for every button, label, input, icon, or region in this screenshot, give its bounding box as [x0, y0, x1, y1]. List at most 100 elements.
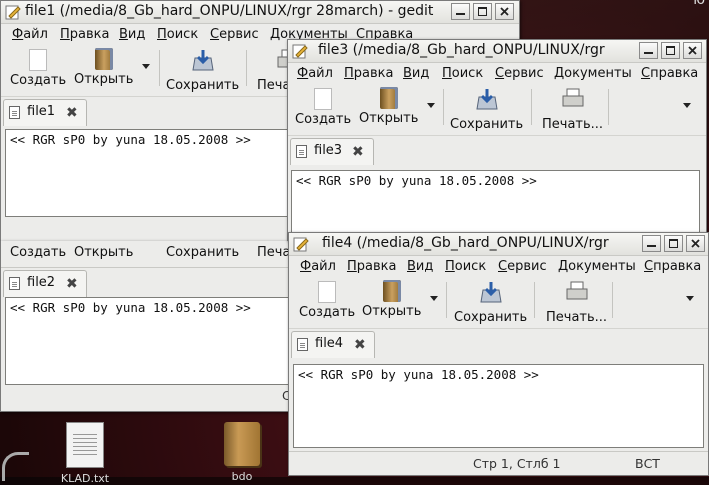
new-button[interactable]: Создать	[295, 87, 351, 127]
menu-tools[interactable]: Сервис	[495, 66, 544, 81]
desktop-corner-text: ю	[693, 0, 705, 8]
print-button[interactable]: Печать...	[542, 87, 603, 132]
tab-bar: file3 ✖	[288, 136, 706, 165]
save-button[interactable]: Сохранить	[450, 87, 523, 132]
menu-tools[interactable]: Сервис	[210, 27, 259, 42]
menu-view[interactable]: Вид	[403, 66, 429, 81]
menu-file[interactable]: Файл	[297, 66, 333, 81]
tab-file3[interactable]: file3 ✖	[290, 138, 374, 165]
open-folder-icon	[382, 280, 401, 302]
menu-view[interactable]: Вид	[119, 27, 145, 42]
tab-file2[interactable]: file2 ✖	[3, 270, 87, 297]
toolbar-overflow-dropdown[interactable]	[686, 296, 694, 301]
save-button[interactable]: Сохранить	[166, 245, 239, 260]
open-recent-dropdown[interactable]	[427, 103, 435, 108]
menubar: Файл Правка Вид Поиск Сервис Документы С…	[289, 256, 708, 276]
menu-view[interactable]: Вид	[407, 259, 433, 274]
toolbar-separator	[612, 282, 613, 318]
window-title: file3 (/media/8_Gb_hard_ONPU/LINUX/rgr	[318, 42, 605, 58]
gedit-window-file2[interactable]: Создать Открыть Сохранить Печать... file…	[0, 241, 302, 412]
toolbar: Создать Открыть Сохранить Печать...	[289, 276, 708, 329]
tab-file4[interactable]: file4 ✖	[291, 331, 375, 358]
maximize-button[interactable]	[664, 235, 683, 252]
close-button[interactable]	[683, 42, 702, 59]
save-icon	[479, 282, 502, 303]
text-editor[interactable]: << RGR sP0 by yuna 18.05.2008 >>	[291, 170, 700, 234]
tab-close-icon[interactable]: ✖	[66, 276, 78, 292]
window-titlebar[interactable]: file3 (/media/8_Gb_hard_ONPU/LINUX/rgr	[288, 40, 706, 63]
close-icon	[691, 239, 700, 248]
new-document-icon	[29, 49, 48, 71]
document-icon	[9, 277, 20, 290]
maximize-icon	[478, 7, 487, 16]
menu-tools[interactable]: Сервис	[498, 259, 547, 274]
open-button[interactable]: Открыть	[74, 48, 133, 87]
tab-close-icon[interactable]: ✖	[354, 337, 366, 353]
desktop-icon-label: KLAD.txt	[60, 472, 110, 485]
new-button[interactable]: Создать	[299, 280, 355, 320]
new-button[interactable]: Создать	[10, 48, 66, 88]
close-button[interactable]	[686, 235, 705, 252]
open-button[interactable]: Открыть	[362, 280, 421, 319]
menubar: Файл Правка Вид Поиск Сервис Документы С…	[288, 63, 706, 83]
window-title: file1 (/media/8_Gb_hard_ONPU/LINUX/rgr 2…	[25, 3, 434, 19]
minimize-icon	[644, 52, 653, 54]
toolbar-separator	[246, 50, 247, 86]
close-button[interactable]	[495, 3, 514, 20]
menu-edit[interactable]: Правка	[344, 66, 393, 81]
save-button[interactable]: Сохранить	[454, 280, 527, 325]
open-button[interactable]: Открыть	[74, 245, 133, 260]
toolbar-overflow-dropdown[interactable]	[683, 103, 691, 108]
open-recent-dropdown[interactable]	[430, 296, 438, 301]
text-file-icon	[66, 422, 104, 468]
save-button[interactable]: Сохранить	[166, 48, 239, 93]
tab-file1[interactable]: file1 ✖	[3, 99, 87, 126]
tab-close-icon[interactable]: ✖	[66, 105, 78, 121]
window-title: file4 (/media/8_Gb_hard_ONPU/LINUX/rgr	[322, 235, 609, 251]
maximize-button[interactable]	[473, 3, 492, 20]
open-recent-dropdown[interactable]	[142, 64, 150, 69]
open-button[interactable]: Открыть	[359, 87, 418, 126]
menu-edit[interactable]: Правка	[60, 27, 109, 42]
document-icon	[9, 106, 20, 119]
window-titlebar[interactable]: file1 (/media/8_Gb_hard_ONPU/LINUX/rgr 2…	[1, 1, 519, 24]
open-folder-icon	[379, 87, 398, 109]
maximize-button[interactable]	[661, 42, 680, 59]
maximize-icon	[669, 239, 678, 248]
desktop-icon-bdo[interactable]: bdo	[207, 422, 277, 483]
desktop-icon-klad[interactable]: KLAD.txt	[50, 422, 120, 485]
text-editor[interactable]: << RGR sP0 by yuna 18.05.2008 >>	[5, 297, 301, 385]
cursor-position: Стр 1, Стлб 1	[473, 456, 561, 471]
folder-icon	[224, 422, 260, 466]
menu-edit[interactable]: Правка	[347, 259, 396, 274]
menu-documents[interactable]: Документы	[554, 66, 632, 81]
document-icon	[296, 145, 307, 158]
tab-close-icon[interactable]: ✖	[352, 144, 364, 160]
text-editor[interactable]: << RGR sP0 by yuna 18.05.2008 >>	[5, 129, 305, 217]
minimize-icon	[456, 13, 465, 15]
print-button[interactable]: Печать...	[546, 280, 607, 325]
text-editor[interactable]: << RGR sP0 by yuna 18.05.2008 >>	[293, 364, 704, 448]
menu-file[interactable]: Файл	[12, 27, 48, 42]
menu-help[interactable]: Справка	[641, 66, 698, 81]
menu-search[interactable]: Поиск	[442, 66, 483, 81]
new-button[interactable]: Создать	[10, 245, 66, 260]
save-icon	[475, 89, 498, 110]
menu-file[interactable]: Файл	[300, 259, 336, 274]
menu-search[interactable]: Поиск	[445, 259, 486, 274]
minimize-button[interactable]	[642, 235, 661, 252]
gedit-window-file3[interactable]: file3 (/media/8_Gb_hard_ONPU/LINUX/rgr Ф…	[287, 39, 707, 241]
print-icon	[566, 281, 588, 300]
minimize-button[interactable]	[639, 42, 658, 59]
toolbar-separator	[531, 89, 532, 125]
save-icon	[191, 50, 214, 71]
menu-search[interactable]: Поиск	[157, 27, 198, 42]
menu-documents[interactable]: Документы	[558, 259, 636, 274]
window-titlebar[interactable]: file4 (/media/8_Gb_hard_ONPU/LINUX/rgr	[289, 233, 708, 256]
minimize-button[interactable]	[451, 3, 470, 20]
tab-bar: file2 ✖	[1, 267, 301, 297]
menu-help[interactable]: Справка	[644, 259, 701, 274]
statusbar: Стр 1, Стлб 1 ВСТ	[289, 451, 708, 474]
gedit-window-file4[interactable]: file4 (/media/8_Gb_hard_ONPU/LINUX/rgr Ф…	[288, 232, 709, 476]
insert-mode: ВСТ	[635, 456, 660, 471]
